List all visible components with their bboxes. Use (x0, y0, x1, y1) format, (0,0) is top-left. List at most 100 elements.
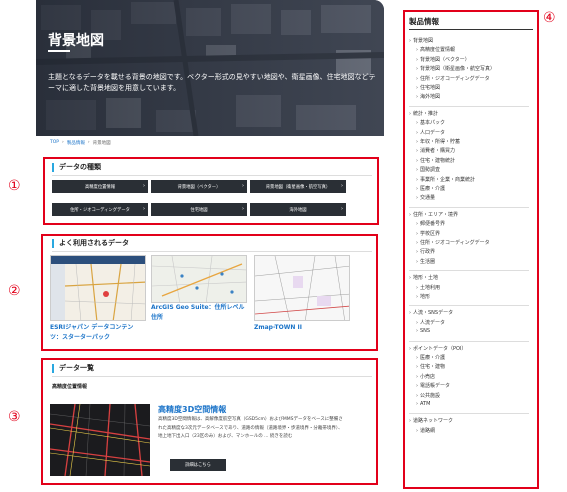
sidebar-item[interactable]: › 住所・ジオコーディングデータ (416, 75, 490, 82)
data-type-button[interactable]: 住所・ジオコーディングデータ › (52, 203, 148, 216)
sidebar-category[interactable]: › 地形・土地 (409, 274, 438, 281)
chevron-right-icon: › (416, 221, 418, 228)
data-type-button[interactable]: 高精度位置情報 › (52, 180, 148, 193)
details-button[interactable]: 詳細はこちら (170, 459, 226, 471)
sidebar-item-label: 国勢調査 (420, 167, 441, 174)
sidebar-item[interactable]: › 海外地図 (416, 93, 440, 100)
chevron-right-icon: › (409, 275, 411, 282)
product-image[interactable] (50, 404, 150, 476)
sidebar-item[interactable]: › 年収・所得・貯蓄 (416, 138, 460, 145)
sidebar-category-label: 地形・土地 (413, 275, 439, 282)
sidebar-item[interactable]: › 小売店 (416, 373, 435, 380)
sidebar-item[interactable]: › 交通量 (416, 194, 435, 201)
section-divider (52, 251, 372, 252)
breadcrumb-products[interactable]: 製品情報 (67, 140, 85, 146)
hero-description: 主題となるデータを載せる背景の地図です。ベクター形式の見やすい地図や、衛星画像、… (48, 73, 376, 92)
chevron-right-icon: › (416, 129, 418, 136)
section-title-data-types: データの種類 (52, 163, 101, 172)
sidebar-item[interactable]: › 医療・介護 (416, 185, 445, 192)
data-type-button[interactable]: 住宅地図 › (151, 203, 247, 216)
sidebar-item-label: 生活圏 (420, 258, 436, 265)
hero-banner: 背景地図 主題となるデータを載せる背景の地図です。ベクター形式の見やすい地図や、… (36, 0, 384, 136)
data-type-button[interactable]: 背景地図（衛星画像・航空写真） › (250, 180, 346, 193)
sidebar-item[interactable]: › 背景地図（ベクター） (416, 56, 470, 63)
sidebar-item[interactable]: › 医療・介護 (416, 354, 445, 361)
sidebar-category-label: 統計・推計 (413, 110, 439, 117)
popular-data-caption[interactable]: ESRIジャパン データコンテン ツ：スターターパック (50, 323, 133, 343)
chevron-right-icon: › (416, 195, 418, 202)
sidebar-category-label: ポイントデータ（POI） (413, 345, 467, 352)
sidebar-item[interactable]: › 基本パック (416, 119, 445, 126)
sidebar-item[interactable]: › 電話帳データ (416, 382, 450, 389)
sidebar-category[interactable]: › 統計・推計 (409, 110, 438, 117)
sidebar-item[interactable]: › 消費者・購買力 (416, 147, 455, 154)
sidebar-item-label: 交通量 (420, 195, 436, 202)
chevron-right-icon: › (416, 75, 418, 82)
data-type-button[interactable]: 背景地図（ベクター） › (151, 180, 247, 193)
title-underline (48, 50, 70, 52)
sidebar-item[interactable]: › 住宅・建物統計 (416, 157, 455, 164)
sidebar-item[interactable]: › 事業所・企業・商業統計 (416, 176, 475, 183)
sidebar-category-label: 人流・SNSデータ (413, 310, 454, 317)
map-screenshot-image (152, 256, 246, 302)
sidebar-item[interactable]: › 公共施設 (416, 392, 440, 399)
sidebar-item[interactable]: › 道路網 (416, 427, 435, 434)
hero-overlay (36, 0, 384, 136)
section-divider (52, 376, 372, 377)
popular-data-thumbnail[interactable] (254, 255, 350, 321)
sidebar-item[interactable]: › 住宅・建物 (416, 363, 445, 370)
chevron-right-icon: › (416, 56, 418, 63)
sidebar-item[interactable]: › 住宅地図 (416, 84, 440, 91)
chevron-right-icon: › (242, 206, 244, 212)
sidebar-item-label: 海外地図 (420, 94, 441, 101)
chevron-right-icon: › (416, 355, 418, 361)
sidebar-item[interactable]: › 行政界 (416, 248, 435, 255)
caption-line: ArcGIS Geo Suite：住所レベル (151, 304, 245, 311)
breadcrumb-separator-icon: › (62, 140, 64, 145)
product-title-link[interactable]: 高精度3D空間情報 (158, 404, 226, 415)
sidebar-item[interactable]: › 生活圏 (416, 258, 435, 265)
sidebar-item[interactable]: › 学校区界 (416, 230, 440, 237)
sidebar-item-label: 道路網 (420, 427, 436, 434)
sidebar-item[interactable]: › ATM (416, 401, 430, 407)
sidebar-item[interactable]: › 国勢調査 (416, 166, 440, 173)
sidebar-item[interactable]: › 地形 (416, 293, 430, 300)
sidebar-item-label: 住宅地図 (420, 85, 441, 91)
sidebar-item[interactable]: › 人流データ (416, 319, 445, 326)
chevron-right-icon: › (416, 319, 418, 326)
sidebar-item[interactable]: › 土地利用 (416, 284, 440, 291)
sidebar-item-label: 住宅・建物統計 (420, 157, 456, 164)
sidebar-item-label: 事業所・企業・商業統計 (420, 176, 476, 183)
data-type-button[interactable]: 海外地図 › (250, 203, 346, 216)
popular-data-caption[interactable]: ArcGIS Geo Suite：住所レベル 住所 (151, 303, 245, 323)
popular-data-caption[interactable]: Zmap-TOWN II (254, 323, 302, 333)
popular-data-thumbnail[interactable] (50, 255, 146, 321)
chevron-right-icon: › (341, 183, 343, 189)
sidebar-item-label: 学校区界 (420, 230, 441, 237)
button-label: 高精度位置情報 (84, 184, 116, 190)
breadcrumb-top[interactable]: TOP (50, 140, 59, 146)
sidebar-divider (409, 105, 529, 107)
sidebar-item[interactable]: › 人口データ (416, 129, 445, 136)
sidebar-category[interactable]: › 背景地図 (409, 37, 433, 44)
chevron-right-icon: › (242, 183, 244, 189)
popular-data-thumbnail[interactable] (151, 255, 247, 303)
sidebar-item[interactable]: › SNS (416, 328, 430, 334)
sidebar-item[interactable]: › 郵便番号界 (416, 220, 445, 227)
sidebar-category[interactable]: › 住所・エリア・境界 (409, 211, 458, 218)
chevron-right-icon: › (416, 85, 418, 91)
breadcrumb: TOP › 製品情報 › 背景地図 (50, 140, 111, 146)
chevron-right-icon: › (409, 211, 411, 218)
sidebar-item[interactable]: › 背景地図（衛星画像・航空写真） (416, 65, 495, 72)
sidebar-item-label: 年収・所得・貯蓄 (420, 139, 461, 145)
sidebar-item-label: 住宅・建物 (420, 364, 446, 371)
sidebar-category[interactable]: › ポイントデータ（POI） (409, 345, 466, 352)
product-description: 高精度3D空間情報は、高解像度航空写真（GSD5cm）およびMMSデータをベース… (158, 417, 343, 440)
sidebar-category[interactable]: › 人流・SNSデータ (409, 309, 453, 316)
chevron-right-icon: › (416, 373, 418, 380)
chevron-right-icon: › (409, 110, 411, 117)
sidebar-category[interactable]: › 道路ネットワーク (409, 417, 453, 424)
sidebar-item[interactable]: › 住所・ジオコーディングデータ (416, 239, 490, 246)
sidebar-item-label: 住所・ジオコーディングデータ (420, 240, 490, 246)
sidebar-item[interactable]: › 高精度位置情報 (416, 46, 455, 53)
